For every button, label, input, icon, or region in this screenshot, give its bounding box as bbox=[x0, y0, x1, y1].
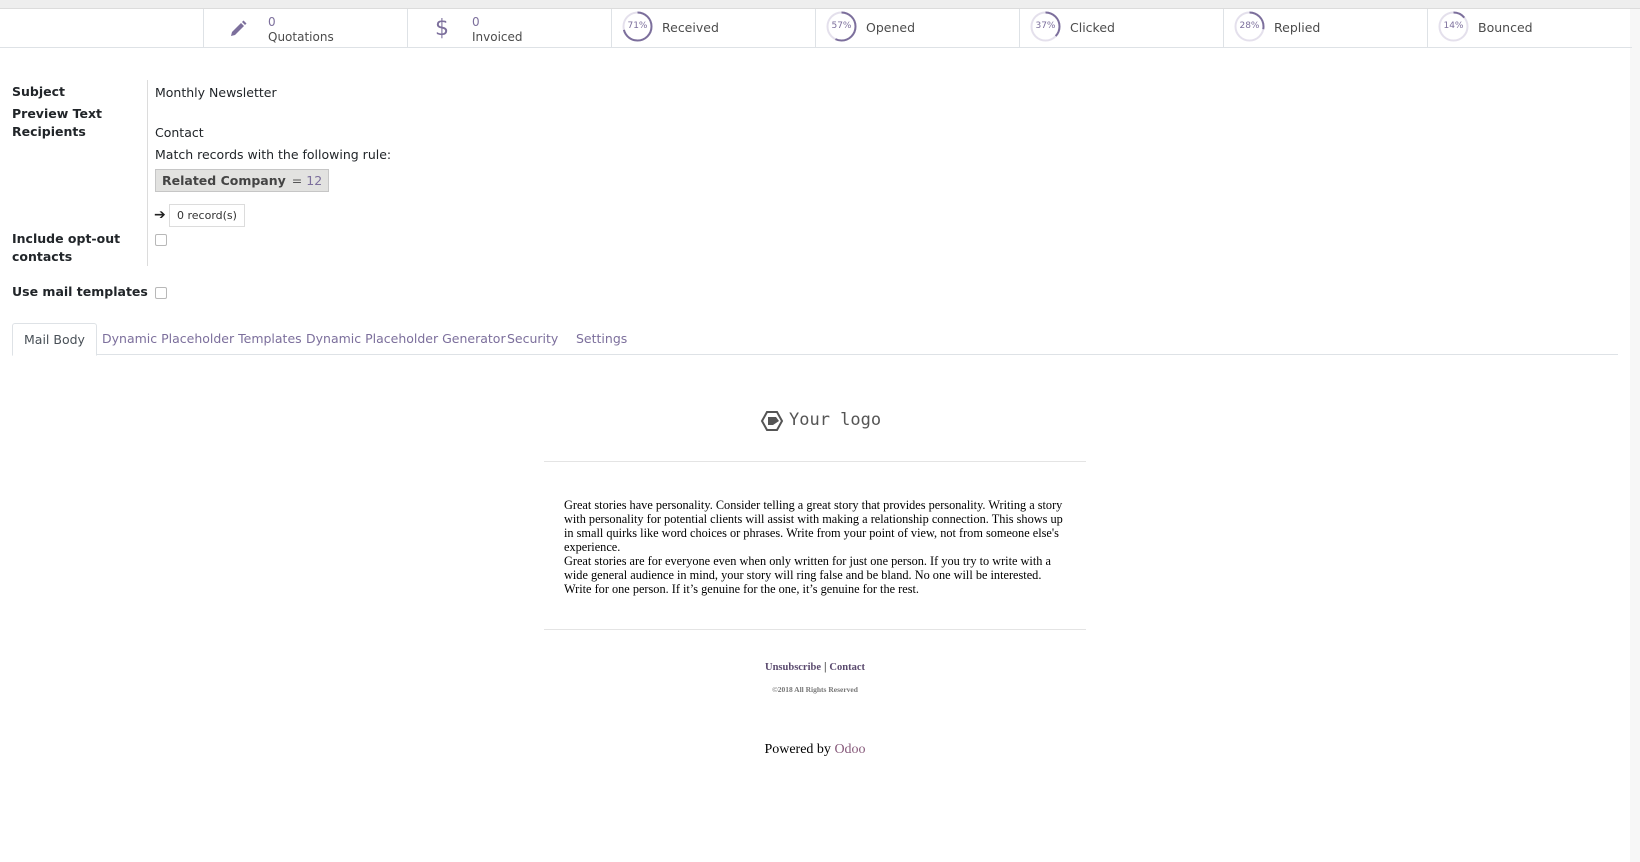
powered-by-label: Powered by bbox=[764, 742, 831, 757]
unsubscribe-link[interactable]: Unsubscribe bbox=[765, 662, 821, 673]
domain-rule-tag[interactable]: Related Company = 12 bbox=[155, 169, 330, 192]
clicked-stat-button[interactable]: 37% Clicked bbox=[1019, 9, 1223, 48]
rule-value: 12 bbox=[306, 173, 323, 188]
bounced-percent: 14% bbox=[1443, 21, 1464, 31]
tab-dynamic-placeholder-templates[interactable]: Dynamic Placeholder Templates bbox=[91, 323, 313, 356]
subject-label: Subject bbox=[12, 84, 65, 99]
powered-by: Powered by Odoo bbox=[0, 742, 1630, 758]
optout-label-line2: contacts bbox=[12, 249, 73, 264]
quotations-label: Quotations bbox=[268, 30, 334, 44]
tab-settings[interactable]: Settings bbox=[565, 323, 638, 356]
arrow-right-icon: ➔ bbox=[154, 207, 166, 223]
rule-operator: = bbox=[291, 173, 303, 188]
odoo-link[interactable]: Odoo bbox=[834, 742, 865, 757]
rule-field: Related Company bbox=[162, 173, 286, 188]
mail-body-text[interactable]: Great stories have personality. Consider… bbox=[564, 498, 1066, 596]
invoiced-button[interactable]: $ 0 Invoiced bbox=[407, 9, 611, 48]
body-paragraph: Great stories are for everyone even when… bbox=[564, 554, 1051, 596]
opened-stat-button[interactable]: 57% Opened bbox=[815, 9, 1019, 48]
body-paragraph: Great stories have personality. Consider… bbox=[564, 498, 1063, 554]
rule-description: Match records with the following rule: bbox=[155, 147, 392, 162]
tab-mail-body[interactable]: Mail Body bbox=[12, 323, 97, 356]
invoiced-label: Invoiced bbox=[472, 30, 523, 44]
recipients-label: Recipients bbox=[12, 124, 86, 139]
pencil-icon bbox=[228, 19, 248, 39]
subject-value[interactable]: Monthly Newsletter bbox=[155, 85, 277, 100]
replied-percent: 28% bbox=[1239, 21, 1260, 31]
contact-link[interactable]: Contact bbox=[829, 662, 865, 673]
opened-percent: 57% bbox=[831, 21, 852, 31]
preview-text-label: Preview Text bbox=[12, 106, 102, 121]
optout-label-line1: Include opt-out bbox=[12, 231, 121, 246]
dollar-icon: $ bbox=[435, 16, 449, 41]
top-strip bbox=[0, 0, 1640, 9]
tab-security[interactable]: Security bbox=[496, 323, 569, 356]
bounced-label: Bounced bbox=[1478, 20, 1533, 35]
footer-links: Unsubscribe | Contact bbox=[0, 659, 1630, 674]
received-percent: 71% bbox=[627, 21, 648, 31]
replied-label: Replied bbox=[1274, 20, 1321, 35]
invoiced-count: 0 bbox=[472, 15, 480, 29]
header-divider bbox=[544, 461, 1086, 462]
link-separator: | bbox=[824, 659, 827, 673]
scrollbar[interactable] bbox=[1630, 9, 1640, 862]
mail-templates-label: Use mail templates bbox=[12, 284, 148, 299]
received-stat-button[interactable]: 71% Received bbox=[611, 9, 815, 48]
clicked-label: Clicked bbox=[1070, 20, 1115, 35]
tab-dynamic-placeholder-generator[interactable]: Dynamic Placeholder Generator bbox=[295, 323, 517, 356]
records-count-button[interactable]: 0 record(s) bbox=[169, 204, 245, 227]
label-separator bbox=[147, 80, 148, 266]
logo-icon bbox=[760, 411, 784, 431]
quotations-count: 0 bbox=[268, 15, 276, 29]
logo-text: Your logo bbox=[789, 410, 882, 430]
notebook-tabs: Mail Body Dynamic Placeholder Templates … bbox=[12, 323, 1618, 356]
use-mail-templates-checkbox[interactable] bbox=[155, 287, 167, 299]
smart-button-bar: 0 Quotations $ 0 Invoiced 71% Received 5… bbox=[0, 9, 1632, 48]
received-label: Received bbox=[662, 20, 719, 35]
quotations-button[interactable]: 0 Quotations bbox=[203, 9, 407, 48]
copyright-text: ©2018 All Rights Reserved bbox=[772, 685, 858, 694]
recipients-value[interactable]: Contact bbox=[155, 125, 204, 140]
bounced-stat-button[interactable]: 14% Bounced bbox=[1427, 9, 1631, 48]
footer-divider bbox=[544, 629, 1086, 630]
include-optout-checkbox[interactable] bbox=[155, 234, 167, 246]
clicked-percent: 37% bbox=[1035, 21, 1056, 31]
opened-label: Opened bbox=[866, 20, 916, 35]
replied-stat-button[interactable]: 28% Replied bbox=[1223, 9, 1427, 48]
